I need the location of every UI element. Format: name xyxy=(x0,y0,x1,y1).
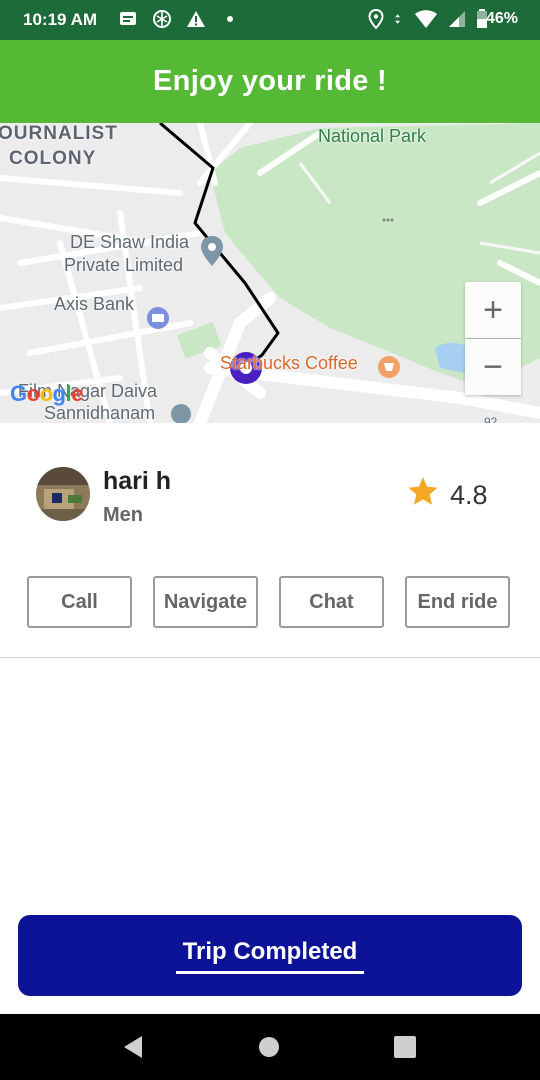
map-label-journalist: OURNALIST xyxy=(0,123,118,144)
target-icon xyxy=(153,10,171,28)
trip-completed-button[interactable]: Trip Completed xyxy=(18,915,522,996)
minus-icon: − xyxy=(483,348,503,386)
map-label-colony: COLONY xyxy=(9,148,97,169)
status-bar: 10:19 AM 46% xyxy=(0,0,540,40)
message-icon xyxy=(120,12,136,25)
map-label-axis-bank: Axis Bank xyxy=(54,294,135,314)
signal-icon xyxy=(449,11,465,27)
battery-percent: 46% xyxy=(486,10,519,27)
driver-gender: Men xyxy=(103,504,143,526)
map-view[interactable]: OURNALIST COLONY National Park DE Shaw I… xyxy=(0,123,540,423)
map-label-road-number: 92 xyxy=(484,415,498,423)
recents-icon[interactable] xyxy=(393,1035,417,1059)
ride-header: Enjoy your ride ! xyxy=(0,40,540,123)
navigate-button[interactable]: Navigate xyxy=(153,576,258,628)
navigate-button-label: Navigate xyxy=(163,590,248,613)
zoom-out-button[interactable]: − xyxy=(465,339,521,395)
driver-photo xyxy=(36,467,90,521)
trip-completed-label: Trip Completed xyxy=(175,938,365,974)
end-ride-button-label: End ride xyxy=(417,590,498,613)
map-label-starbucks: Starbucks Coffee xyxy=(220,353,358,373)
map-label-deshaw-sub: Private Limited xyxy=(64,255,184,275)
driver-rating: 4.8 xyxy=(450,480,488,510)
avatar xyxy=(36,467,90,521)
status-time: 10:19 AM xyxy=(23,10,98,29)
driver-name: hari h xyxy=(103,467,172,495)
plus-icon: + xyxy=(483,291,503,329)
map-label-deshaw: DE Shaw India xyxy=(70,232,190,252)
status-right-icons xyxy=(366,9,488,29)
dot-icon xyxy=(227,16,233,22)
map-label-national-park: National Park xyxy=(318,126,427,146)
driver-card: hari h Men 4.8 Call Navigate Chat End ri… xyxy=(0,423,540,658)
google-logo: Google xyxy=(10,381,83,406)
back-icon[interactable] xyxy=(120,1034,146,1060)
chat-button-label: Chat xyxy=(309,590,354,613)
wifi-icon xyxy=(415,10,437,28)
page-title: Enjoy your ride ! xyxy=(153,65,387,97)
warning-icon xyxy=(187,11,205,27)
call-button[interactable]: Call xyxy=(27,576,132,628)
location-icon xyxy=(368,9,384,29)
call-button-label: Call xyxy=(61,590,98,613)
zoom-in-button[interactable]: + xyxy=(465,282,521,338)
status-left-icons xyxy=(118,9,240,29)
data-arrows-icon xyxy=(395,14,400,24)
home-icon[interactable] xyxy=(258,1036,280,1058)
system-nav-bar xyxy=(0,1014,540,1080)
star-icon xyxy=(408,477,438,505)
end-ride-button[interactable]: End ride xyxy=(405,576,510,628)
chat-button[interactable]: Chat xyxy=(279,576,384,628)
